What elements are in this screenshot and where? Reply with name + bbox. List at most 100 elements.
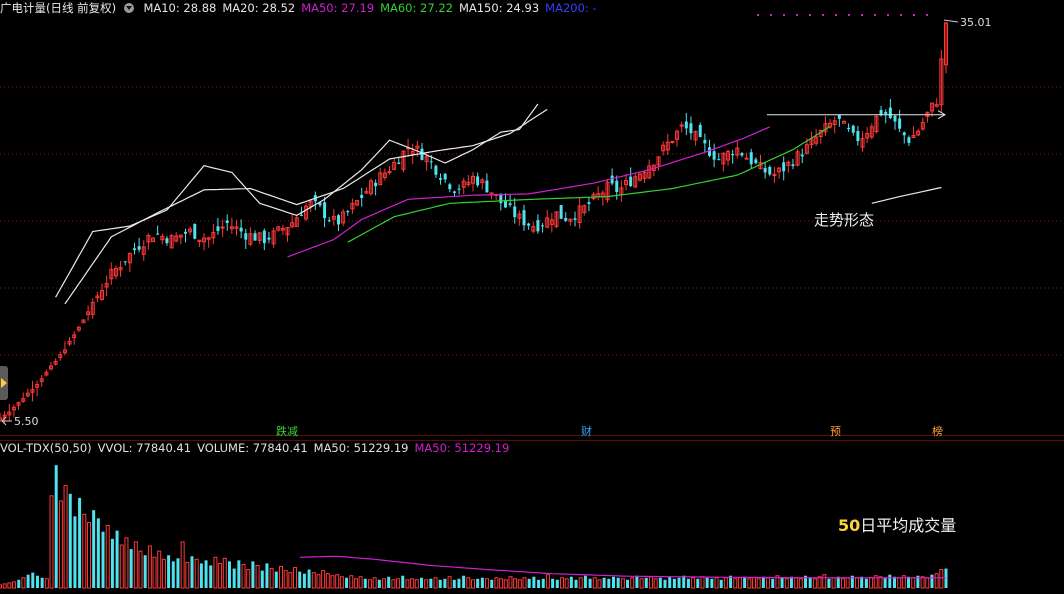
volume-bar bbox=[433, 577, 438, 589]
candle bbox=[721, 152, 726, 172]
candle bbox=[814, 129, 819, 146]
candle-body bbox=[503, 200, 507, 208]
candle bbox=[25, 388, 30, 398]
volume-bar bbox=[920, 576, 925, 589]
candle bbox=[898, 109, 902, 132]
volume-bar bbox=[733, 578, 738, 589]
signal-dot bbox=[770, 14, 772, 16]
candle-body bbox=[629, 176, 633, 186]
candle bbox=[600, 190, 605, 206]
volume-bar bbox=[410, 578, 415, 589]
candle bbox=[582, 204, 587, 216]
candle bbox=[62, 341, 67, 356]
volume-bar bbox=[101, 531, 105, 588]
candle bbox=[860, 131, 865, 152]
candle bbox=[517, 210, 522, 226]
volume-bar bbox=[822, 574, 827, 589]
volume-bar bbox=[602, 577, 606, 588]
candle-body bbox=[132, 248, 136, 251]
signal-dot bbox=[835, 14, 837, 16]
volume-bar bbox=[648, 576, 653, 589]
scroll-left-handle[interactable] bbox=[0, 366, 8, 400]
candle-body bbox=[123, 261, 127, 263]
volume-bar bbox=[503, 579, 508, 589]
volume-bar bbox=[405, 579, 410, 589]
volume-bar bbox=[517, 579, 522, 589]
volume-bar bbox=[831, 577, 836, 589]
volume-indicator-0: VOL-TDX(50,50) bbox=[0, 441, 92, 455]
volume-bar bbox=[283, 570, 288, 589]
candle bbox=[434, 164, 438, 178]
volume-bar bbox=[499, 578, 504, 589]
event-tag-reduce[interactable]: 跌减 bbox=[275, 425, 299, 439]
candle bbox=[290, 214, 295, 228]
volume-bar bbox=[321, 570, 326, 589]
volume-bar bbox=[747, 578, 752, 589]
candle bbox=[109, 262, 114, 285]
volume-bar bbox=[443, 578, 447, 588]
volume-bar bbox=[7, 582, 12, 589]
candle bbox=[401, 150, 406, 173]
volume-bar bbox=[241, 563, 246, 589]
candle bbox=[591, 192, 596, 201]
event-tag-forecast[interactable]: 预 bbox=[829, 425, 842, 439]
volume-bar bbox=[232, 568, 236, 588]
volume-bar bbox=[794, 577, 799, 589]
volume-bar bbox=[588, 578, 592, 588]
volume-bar bbox=[54, 465, 58, 588]
volume-bar bbox=[274, 571, 278, 588]
candle-body bbox=[884, 111, 888, 114]
volume-bar bbox=[569, 576, 573, 588]
candle bbox=[712, 143, 716, 168]
candle bbox=[916, 128, 921, 137]
volume-bar bbox=[611, 576, 615, 588]
candle bbox=[703, 133, 707, 153]
candle bbox=[708, 139, 711, 158]
candle-body bbox=[156, 233, 160, 235]
high-pointer bbox=[943, 19, 959, 23]
candle bbox=[499, 193, 503, 211]
volume-bar bbox=[293, 567, 298, 589]
volume-bar bbox=[82, 513, 87, 589]
volume-indicators: VOL-TDX(50,50) VVOL: 77840.41 VOLUME: 7784… bbox=[0, 441, 515, 455]
candle bbox=[374, 179, 378, 196]
candle bbox=[476, 172, 480, 188]
candle bbox=[735, 140, 740, 159]
candle-body bbox=[740, 153, 744, 156]
candle bbox=[234, 219, 239, 236]
volume-bar bbox=[222, 557, 227, 589]
candle-body bbox=[712, 151, 716, 160]
candle bbox=[193, 223, 197, 240]
volume-bar bbox=[0, 584, 2, 589]
volume-bar bbox=[278, 565, 283, 589]
volume-bar bbox=[578, 577, 583, 589]
event-tag-list[interactable]: 榜 bbox=[931, 425, 944, 439]
volume-bar bbox=[316, 574, 321, 589]
volume-bar bbox=[424, 579, 429, 589]
candle bbox=[920, 117, 925, 131]
dropdown-icon[interactable] bbox=[123, 3, 134, 13]
event-tag-finance[interactable]: 财 bbox=[580, 425, 593, 439]
candle bbox=[188, 226, 193, 236]
candle bbox=[689, 116, 693, 140]
volume-bar bbox=[597, 579, 602, 589]
candle bbox=[749, 148, 753, 169]
candle bbox=[285, 227, 290, 242]
volume-bar bbox=[447, 576, 452, 589]
candle-body bbox=[754, 159, 758, 164]
candle-body bbox=[749, 152, 753, 165]
volume-bar bbox=[789, 576, 793, 588]
candle bbox=[754, 157, 758, 165]
volume-bar bbox=[907, 576, 911, 588]
volume-bar bbox=[784, 578, 789, 589]
candle-body bbox=[587, 202, 591, 204]
candle bbox=[304, 202, 309, 222]
volume-bar bbox=[559, 577, 564, 589]
volume-bar bbox=[119, 544, 124, 589]
volume-bar bbox=[532, 576, 536, 588]
volume-bar bbox=[35, 575, 39, 588]
ma-indicator-2: MA50: 27.19 bbox=[301, 1, 375, 15]
candle bbox=[7, 403, 12, 421]
ma-indicator-1: MA20: 28.52 bbox=[222, 1, 296, 15]
candle bbox=[651, 164, 656, 177]
